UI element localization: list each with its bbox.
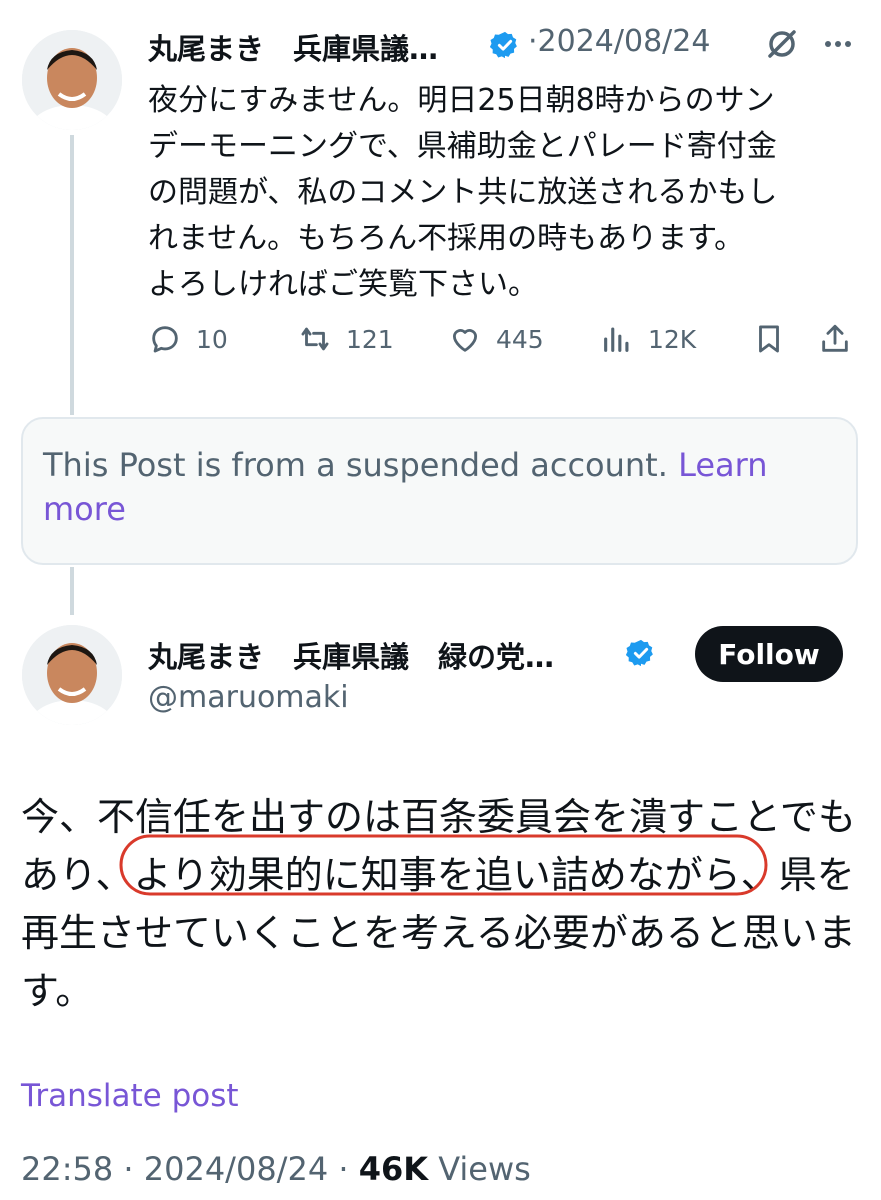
avatar[interactable] — [22, 30, 122, 130]
suspended-message: This Post is from a suspended account. — [43, 446, 668, 484]
author-handle[interactable]: @maruomaki — [148, 680, 349, 715]
bookmark-button[interactable] — [752, 322, 786, 356]
like-count: 445 — [496, 324, 544, 354]
follow-button[interactable]: Follow — [695, 626, 843, 682]
post-body-line: よろしければご笑覧下さい。 — [148, 267, 538, 302]
post-date[interactable]: 2024/08/24 — [538, 24, 711, 59]
thread-line-top — [70, 135, 74, 415]
reply-button[interactable]: 10 — [148, 322, 228, 356]
suspended-notice: This Post is from a suspended account. L… — [21, 417, 858, 565]
views-label[interactable]: Views — [438, 1150, 531, 1188]
post-body-line: 再生させていくことを考える必要があると思いま — [21, 911, 856, 955]
grok-icon[interactable] — [762, 24, 802, 64]
more-options-icon[interactable] — [818, 24, 858, 64]
translate-post-link[interactable]: Translate post — [21, 1078, 239, 1114]
author-name[interactable]: 丸尾まき 兵庫県議 緑の党… — [148, 634, 554, 676]
heart-icon — [452, 329, 478, 352]
reply-count: 10 — [196, 324, 228, 354]
post-time[interactable]: 22:58 — [21, 1150, 113, 1188]
reply-icon — [152, 326, 178, 353]
views-count: 12K — [648, 324, 697, 354]
share-icon — [822, 324, 848, 352]
repost-count: 121 — [346, 324, 394, 354]
post-body-line: れません。もちろん不採用の時もあります。 — [148, 221, 745, 256]
repost-button[interactable]: 121 — [298, 322, 394, 356]
verified-badge-icon — [626, 639, 653, 667]
separator-dot: · — [528, 24, 538, 59]
post-body-line: の問題が、私のコメント共に放送されるかもし — [148, 175, 778, 210]
post-footer: 22:58 · 2024/08/24 · 46K Views — [21, 1150, 531, 1188]
avatar[interactable] — [22, 625, 122, 725]
share-button[interactable] — [818, 322, 852, 356]
post-body: 夜分にすみません。明日25日朝8時からのサン デーモーニングで、県補助金とパレー… — [148, 78, 863, 308]
post-body-line: デーモーニングで、県補助金とパレード寄付金 — [148, 129, 777, 164]
separator-dot: · — [338, 1150, 359, 1188]
views-count: 46K — [358, 1150, 429, 1188]
bookmark-icon — [759, 325, 779, 353]
suspended-notice-text: This Post is from a suspended account. L… — [43, 443, 833, 531]
views-icon — [604, 327, 629, 352]
verified-badge-icon — [490, 31, 517, 59]
post-date[interactable]: 2024/08/24 — [144, 1150, 328, 1188]
repost-icon — [301, 327, 329, 351]
post-body-line: す。 — [21, 969, 94, 1013]
post-body-line: 夜分にすみません。明日25日朝8時からのサン — [148, 83, 775, 118]
thread-line-bottom — [70, 567, 74, 615]
post-body-text: 県を — [778, 853, 855, 897]
views-button[interactable]: 12K — [600, 322, 696, 356]
like-button[interactable]: 445 — [448, 322, 544, 356]
post-date-row: ·2024/08/24 — [528, 24, 710, 59]
separator-dot: · — [123, 1150, 144, 1188]
highlight-circle — [119, 834, 768, 896]
author-name[interactable]: 丸尾まき 兵庫県議… — [148, 26, 438, 68]
